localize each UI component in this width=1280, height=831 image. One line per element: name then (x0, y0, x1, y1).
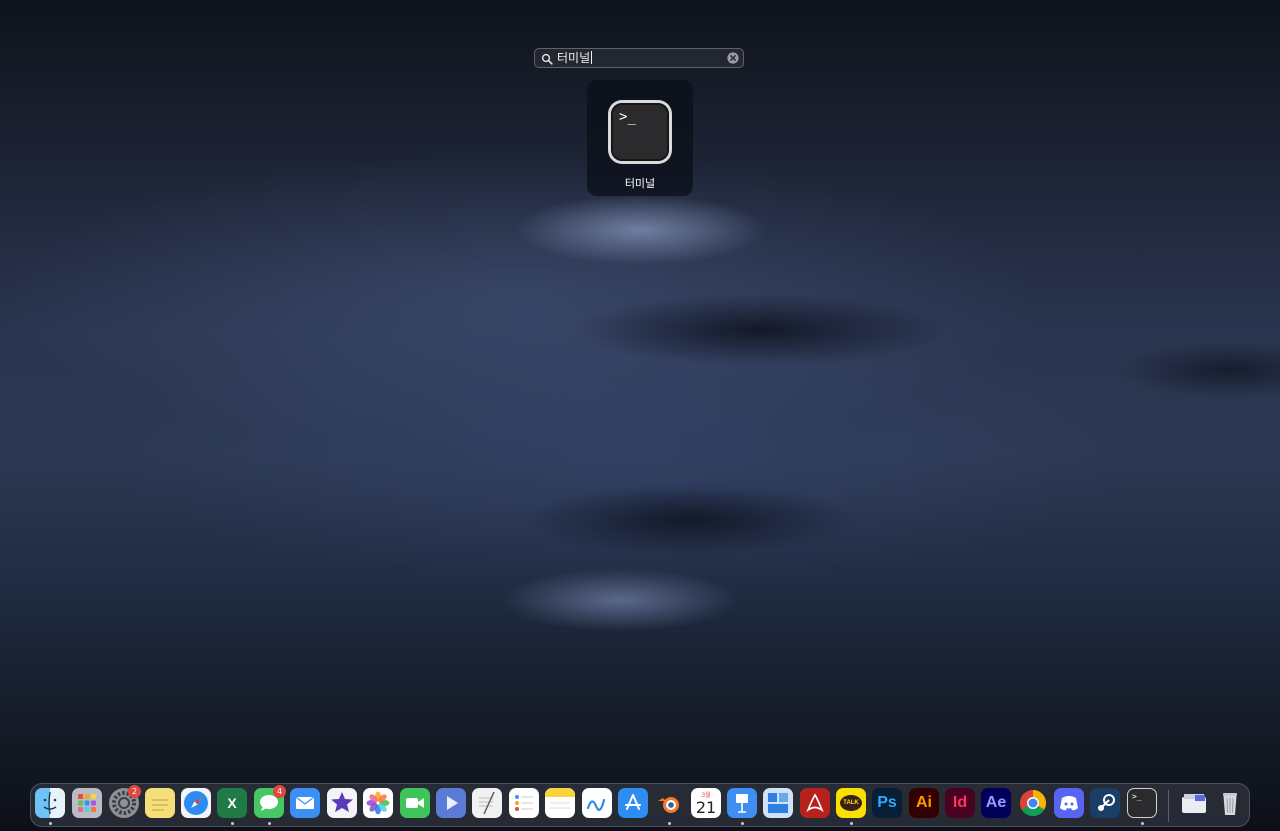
illustrator-text: Ai (916, 794, 932, 811)
mail-icon[interactable] (290, 788, 320, 818)
imovie-icon[interactable] (327, 788, 357, 818)
freeform-icon[interactable] (582, 788, 612, 818)
textedit-icon[interactable] (472, 788, 502, 818)
after-effects-text: Ae (985, 794, 1007, 811)
calendar-icon[interactable]: 3월 21 (691, 788, 721, 818)
terminal-running-dot (1141, 822, 1144, 825)
photoshop-text: Ps (877, 794, 897, 811)
terminal-dock-prompt: >_ (1132, 792, 1142, 801)
keynote-icon[interactable] (727, 788, 757, 818)
keynote-running-dot (741, 822, 744, 825)
chrome-icon[interactable] (1018, 788, 1048, 818)
blender-running-dot (668, 822, 671, 825)
terminal-dock-icon[interactable]: >_ (1127, 788, 1157, 818)
clear-search-icon[interactable] (727, 52, 739, 64)
launchpad-search-field[interactable]: 터미널 (534, 48, 744, 68)
calendar-day: 21 (695, 798, 717, 817)
indesign-icon[interactable]: Id (945, 788, 975, 818)
steam-icon[interactable] (1090, 788, 1120, 818)
quicktime-icon[interactable] (436, 788, 466, 818)
settings-badge: 2 (128, 785, 141, 798)
notes-icon[interactable] (545, 788, 575, 818)
finder-running-dot (49, 822, 52, 825)
trash-icon[interactable] (1215, 788, 1245, 818)
result-app-label: 터미널 (624, 177, 656, 190)
excel-letter: X (227, 795, 237, 811)
text-caret (591, 51, 593, 64)
dock: 2 X 4 3월 21 TALK Ps Ai Id Ae >_ (30, 783, 1250, 827)
search-result-terminal[interactable]: >_ 터미널 (587, 80, 693, 196)
launchpad-icon[interactable] (72, 788, 102, 818)
reminders-icon[interactable] (509, 788, 539, 818)
blender-icon[interactable] (654, 788, 684, 818)
terminal-app-icon[interactable]: >_ (608, 100, 672, 164)
kakaotalk-text: TALK (843, 800, 859, 806)
kakaotalk-running-dot (850, 822, 853, 825)
illustrator-icon[interactable]: Ai (909, 788, 939, 818)
after-effects-icon[interactable]: Ae (981, 788, 1011, 818)
terminal-prompt-glyph: >_ (619, 109, 636, 125)
safari-icon[interactable] (181, 788, 211, 818)
excel-icon[interactable]: X (217, 788, 247, 818)
facetime-icon[interactable] (400, 788, 430, 818)
discord-icon[interactable] (1054, 788, 1084, 818)
kakaotalk-icon[interactable]: TALK (836, 788, 866, 818)
photoshop-icon[interactable]: Ps (872, 788, 902, 818)
dock-separator (1168, 790, 1169, 822)
messages-running-dot (268, 822, 271, 825)
search-icon (541, 53, 553, 65)
indesign-text: Id (952, 794, 968, 811)
finder-icon[interactable] (35, 788, 65, 818)
search-input[interactable]: 터미널 (557, 49, 593, 67)
app-store-icon[interactable] (618, 788, 648, 818)
acrobat-icon[interactable] (800, 788, 830, 818)
stickies-icon[interactable] (145, 788, 175, 818)
messages-badge: 4 (273, 785, 286, 798)
preview-icon[interactable] (763, 788, 793, 818)
downloads-stack-icon[interactable] (1179, 788, 1209, 818)
excel-running-dot (231, 822, 234, 825)
photos-icon[interactable] (363, 788, 393, 818)
